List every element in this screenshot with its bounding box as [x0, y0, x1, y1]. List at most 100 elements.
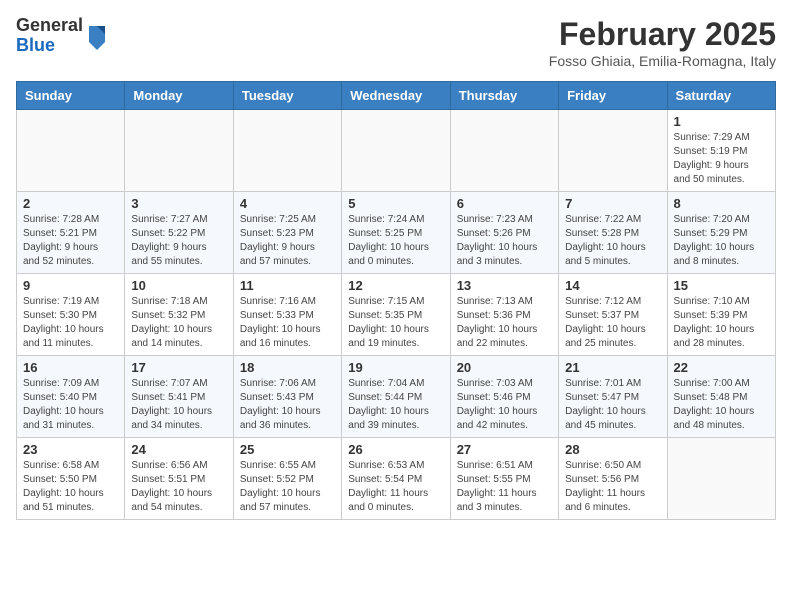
- calendar: Sunday Monday Tuesday Wednesday Thursday…: [16, 81, 776, 520]
- calendar-cell: 20Sunrise: 7:03 AM Sunset: 5:46 PM Dayli…: [450, 356, 558, 438]
- day-info: Sunrise: 6:56 AM Sunset: 5:51 PM Dayligh…: [131, 459, 226, 515]
- calendar-cell: 17 Sunrise: 7:07 AM Sunset: 5:41 PM Dayli…: [125, 356, 233, 438]
- day-number: 6: [457, 196, 552, 211]
- day-info: Sunrise: 7:24 AM Sunset: 5:25 PM Dayligh…: [348, 213, 443, 269]
- day-info: Sunrise: 7:28 AM Sunset: 5:21 PM Dayligh…: [23, 213, 118, 269]
- day-number: 12: [348, 278, 443, 293]
- day-number: 15: [674, 278, 769, 293]
- day-number: 26: [348, 442, 443, 457]
- day-info: Sunrise: 6:50 AM Sunset: 5:56 PM Dayligh…: [565, 459, 660, 515]
- calendar-cell: 9 Sunrise: 7:19 AM Sunset: 5:30 PM Daylig…: [17, 274, 125, 356]
- day-info: Sunrise: 7:20 AM Sunset: 5:29 PM Dayligh…: [674, 213, 769, 269]
- header-friday: Friday: [559, 82, 667, 110]
- day-info: Sunrise: 7:07 AM Sunset: 5:41 PM Dayligh…: [131, 377, 226, 433]
- day-number: 1: [674, 114, 769, 129]
- day-info: Sunrise: 7:16 AM Sunset: 5:33 PM Dayligh…: [240, 295, 335, 351]
- day-info: Sunrise: 7:25 AM Sunset: 5:23 PM Dayligh…: [240, 213, 335, 269]
- day-info: Sunrise: 7:27 AM Sunset: 5:22 PM Dayligh…: [131, 213, 226, 269]
- day-number: 2: [23, 196, 118, 211]
- day-number: 3: [131, 196, 226, 211]
- logo-icon: [85, 22, 109, 50]
- day-number: 28: [565, 442, 660, 457]
- day-number: 19: [348, 360, 443, 375]
- calendar-cell: 8 Sunrise: 7:20 AM Sunset: 5:29 PM Daylig…: [667, 192, 775, 274]
- day-number: 24: [131, 442, 226, 457]
- calendar-cell: 1 Sunrise: 7:29 AM Sunset: 5:19 PM Daylig…: [667, 110, 775, 192]
- day-number: 5: [348, 196, 443, 211]
- location-title: Fosso Ghiaia, Emilia-Romagna, Italy: [549, 53, 776, 69]
- header-saturday: Saturday: [667, 82, 775, 110]
- day-info: Sunrise: 6:53 AM Sunset: 5:54 PM Dayligh…: [348, 459, 443, 515]
- calendar-cell: 11 Sunrise: 7:16 AM Sunset: 5:33 PM Dayli…: [233, 274, 341, 356]
- day-number: 18: [240, 360, 335, 375]
- day-info: Sunrise: 7:12 AM Sunset: 5:37 PM Dayligh…: [565, 295, 660, 351]
- day-info: Sunrise: 7:10 AM Sunset: 5:39 PM Dayligh…: [674, 295, 769, 351]
- day-number: 14: [565, 278, 660, 293]
- calendar-cell: 5 Sunrise: 7:24 AM Sunset: 5:25 PM Daylig…: [342, 192, 450, 274]
- day-info: Sunrise: 7:00 AM Sunset: 5:48 PM Dayligh…: [674, 377, 769, 433]
- calendar-cell: 27Sunrise: 6:51 AM Sunset: 5:55 PM Dayli…: [450, 438, 558, 520]
- calendar-cell: [559, 110, 667, 192]
- day-number: 25: [240, 442, 335, 457]
- day-info: Sunrise: 7:09 AM Sunset: 5:40 PM Dayligh…: [23, 377, 118, 433]
- day-number: 10: [131, 278, 226, 293]
- day-number: 27: [457, 442, 552, 457]
- day-info: Sunrise: 7:04 AM Sunset: 5:44 PM Dayligh…: [348, 377, 443, 433]
- day-number: 17: [131, 360, 226, 375]
- calendar-cell: [125, 110, 233, 192]
- week-row-2: 9 Sunrise: 7:19 AM Sunset: 5:30 PM Daylig…: [17, 274, 776, 356]
- calendar-cell: 18 Sunrise: 7:06 AM Sunset: 5:43 PM Dayli…: [233, 356, 341, 438]
- calendar-cell: 16 Sunrise: 7:09 AM Sunset: 5:40 PM Dayli…: [17, 356, 125, 438]
- calendar-cell: [233, 110, 341, 192]
- header: General Blue February 2025 Fosso Ghiaia,…: [16, 16, 776, 69]
- header-thursday: Thursday: [450, 82, 558, 110]
- title-area: February 2025 Fosso Ghiaia, Emilia-Romag…: [549, 16, 776, 69]
- day-info: Sunrise: 7:23 AM Sunset: 5:26 PM Dayligh…: [457, 213, 552, 269]
- calendar-cell: 26 Sunrise: 6:53 AM Sunset: 5:54 PM Dayli…: [342, 438, 450, 520]
- calendar-cell: 22 Sunrise: 7:00 AM Sunset: 5:48 PM Dayli…: [667, 356, 775, 438]
- day-number: 23: [23, 442, 118, 457]
- calendar-cell: [667, 438, 775, 520]
- calendar-cell: 13 Sunrise: 7:13 AM Sunset: 5:36 PM Dayli…: [450, 274, 558, 356]
- week-row-1: 2 Sunrise: 7:28 AM Sunset: 5:21 PM Daylig…: [17, 192, 776, 274]
- logo-text: General Blue: [16, 16, 83, 56]
- day-number: 8: [674, 196, 769, 211]
- day-number: 20: [457, 360, 552, 375]
- calendar-cell: 19 Sunrise: 7:04 AM Sunset: 5:44 PM Dayli…: [342, 356, 450, 438]
- day-number: 16: [23, 360, 118, 375]
- calendar-cell: 14 Sunrise: 7:12 AM Sunset: 5:37 PM Dayli…: [559, 274, 667, 356]
- day-info: Sunrise: 7:01 AM Sunset: 5:47 PM Dayligh…: [565, 377, 660, 433]
- day-number: 21: [565, 360, 660, 375]
- calendar-cell: [342, 110, 450, 192]
- logo-blue: Blue: [16, 36, 83, 56]
- month-title: February 2025: [549, 16, 776, 53]
- calendar-cell: 10Sunrise: 7:18 AM Sunset: 5:32 PM Dayli…: [125, 274, 233, 356]
- calendar-cell: 3 Sunrise: 7:27 AM Sunset: 5:22 PM Daylig…: [125, 192, 233, 274]
- day-info: Sunrise: 7:19 AM Sunset: 5:30 PM Dayligh…: [23, 295, 118, 351]
- day-number: 13: [457, 278, 552, 293]
- calendar-cell: 12Sunrise: 7:15 AM Sunset: 5:35 PM Dayli…: [342, 274, 450, 356]
- day-info: Sunrise: 7:22 AM Sunset: 5:28 PM Dayligh…: [565, 213, 660, 269]
- calendar-cell: 23 Sunrise: 6:58 AM Sunset: 5:50 PM Dayli…: [17, 438, 125, 520]
- calendar-cell: 4Sunrise: 7:25 AM Sunset: 5:23 PM Daylig…: [233, 192, 341, 274]
- header-tuesday: Tuesday: [233, 82, 341, 110]
- calendar-cell: 2 Sunrise: 7:28 AM Sunset: 5:21 PM Daylig…: [17, 192, 125, 274]
- day-number: 9: [23, 278, 118, 293]
- day-info: Sunrise: 7:13 AM Sunset: 5:36 PM Dayligh…: [457, 295, 552, 351]
- calendar-cell: 25 Sunrise: 6:55 AM Sunset: 5:52 PM Dayli…: [233, 438, 341, 520]
- header-monday: Monday: [125, 82, 233, 110]
- week-row-4: 23 Sunrise: 6:58 AM Sunset: 5:50 PM Dayli…: [17, 438, 776, 520]
- day-info: Sunrise: 6:55 AM Sunset: 5:52 PM Dayligh…: [240, 459, 335, 515]
- day-number: 7: [565, 196, 660, 211]
- day-number: 11: [240, 278, 335, 293]
- header-sunday: Sunday: [17, 82, 125, 110]
- calendar-cell: 6 Sunrise: 7:23 AM Sunset: 5:26 PM Daylig…: [450, 192, 558, 274]
- day-number: 22: [674, 360, 769, 375]
- header-wednesday: Wednesday: [342, 82, 450, 110]
- week-row-3: 16 Sunrise: 7:09 AM Sunset: 5:40 PM Dayli…: [17, 356, 776, 438]
- day-info: Sunrise: 7:06 AM Sunset: 5:43 PM Dayligh…: [240, 377, 335, 433]
- calendar-cell: [450, 110, 558, 192]
- day-info: Sunrise: 7:29 AM Sunset: 5:19 PM Dayligh…: [674, 131, 769, 187]
- calendar-cell: 15 Sunrise: 7:10 AM Sunset: 5:39 PM Dayli…: [667, 274, 775, 356]
- day-info: Sunrise: 6:58 AM Sunset: 5:50 PM Dayligh…: [23, 459, 118, 515]
